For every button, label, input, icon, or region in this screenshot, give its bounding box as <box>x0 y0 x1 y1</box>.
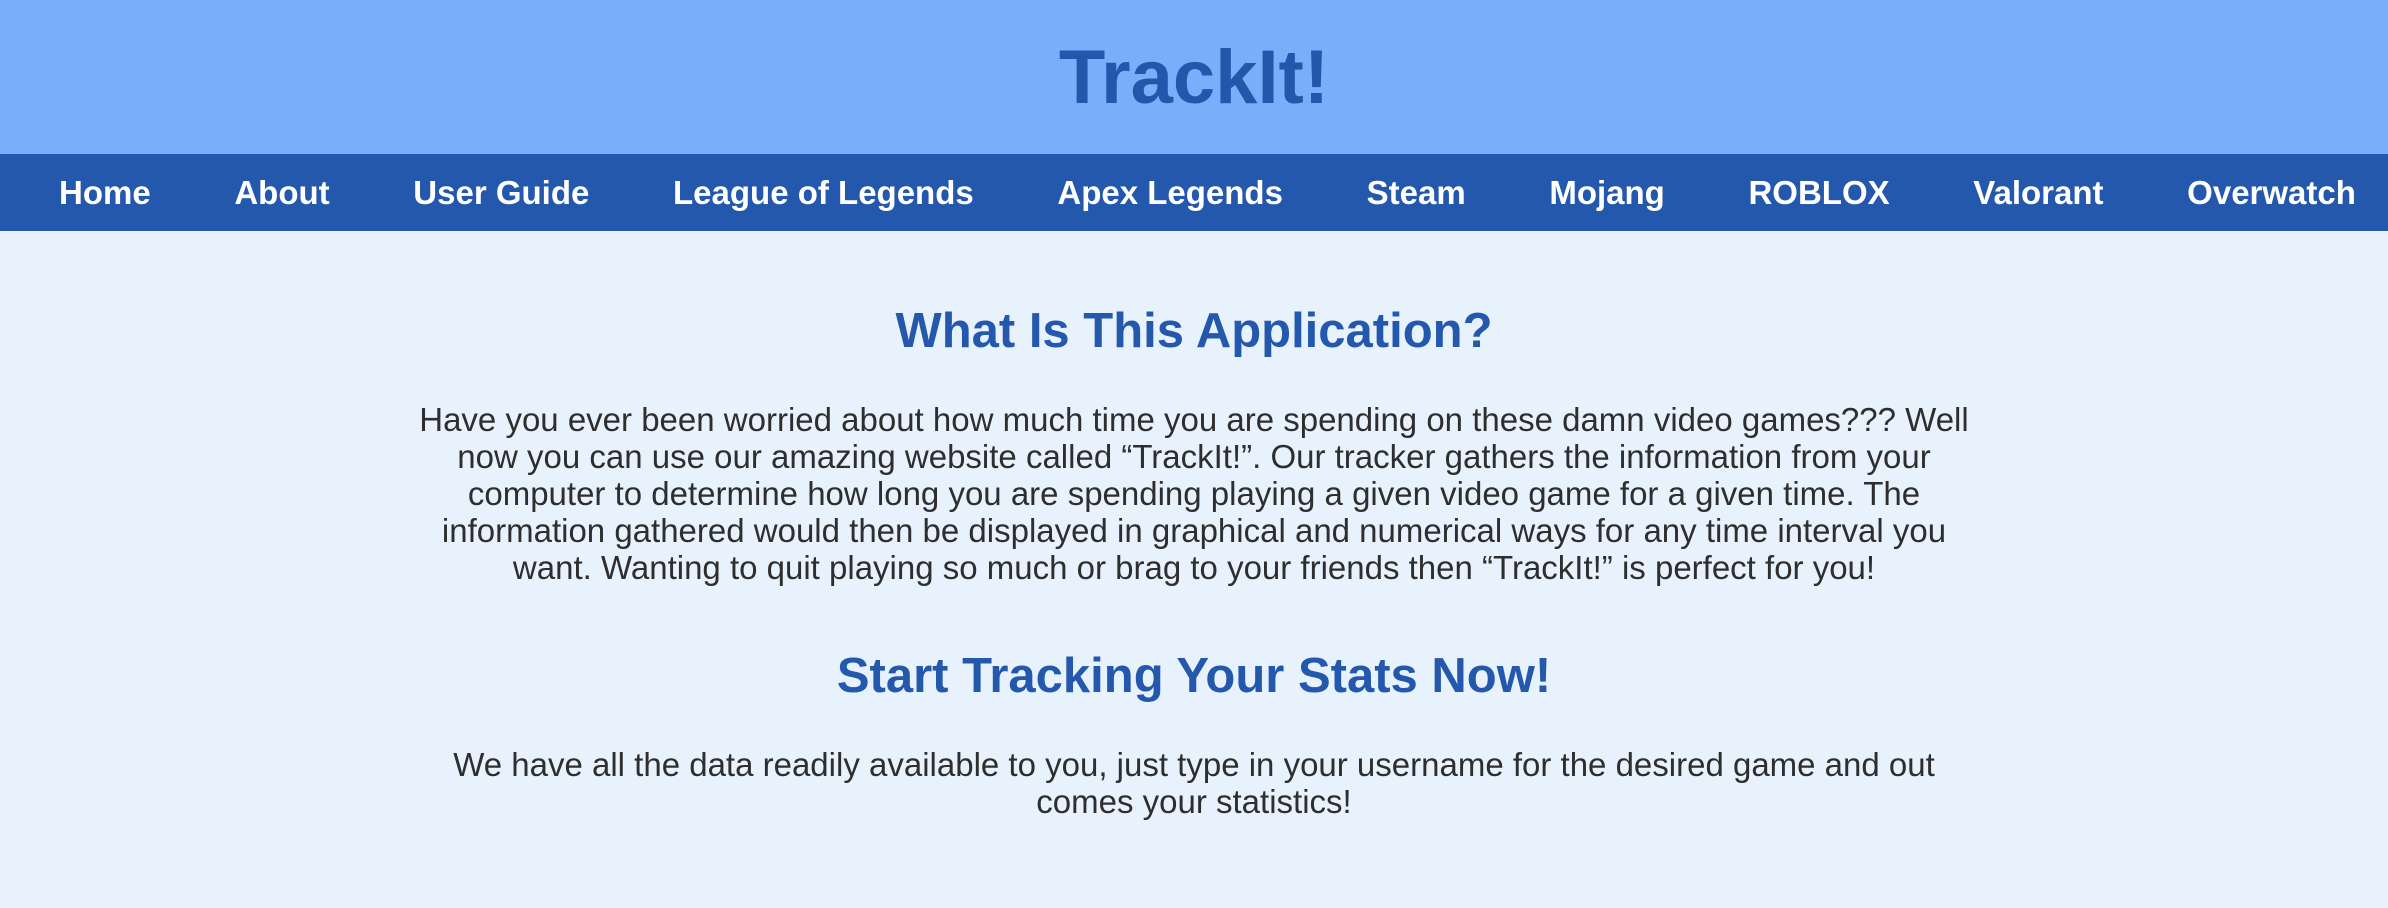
section-text: We have all the data readily available t… <box>453 746 1935 820</box>
nav-item-roblox[interactable]: ROBLOX <box>1748 174 1889 212</box>
about-section: What Is This Application? Have you ever … <box>404 303 1984 586</box>
start-tracking-section: Start Tracking Your Stats Now! We have a… <box>404 648 1984 820</box>
nav-item-user-guide[interactable]: User Guide <box>413 174 589 212</box>
main-content: What Is This Application? Have you ever … <box>404 231 1984 820</box>
section-text: Have you ever been worried about how muc… <box>419 401 1969 586</box>
nav-item-apex-legends[interactable]: Apex Legends <box>1057 174 1283 212</box>
nav-item-steam[interactable]: Steam <box>1367 174 1466 212</box>
nav-item-mojang[interactable]: Mojang <box>1549 174 1664 212</box>
main-nav: Home About User Guide League of Legends … <box>0 154 2388 231</box>
nav-item-overwatch[interactable]: Overwatch <box>2187 174 2356 212</box>
nav-item-valorant[interactable]: Valorant <box>1973 174 2103 212</box>
site-header: TrackIt! <box>0 0 2388 154</box>
section-heading: What Is This Application? <box>895 304 1493 358</box>
nav-item-home[interactable]: Home <box>59 174 151 212</box>
section-heading: Start Tracking Your Stats Now! <box>836 649 1552 703</box>
nav-item-about[interactable]: About <box>234 174 329 212</box>
site-title: TrackIt! <box>1058 34 1330 120</box>
nav-item-league-of-legends[interactable]: League of Legends <box>673 174 974 212</box>
